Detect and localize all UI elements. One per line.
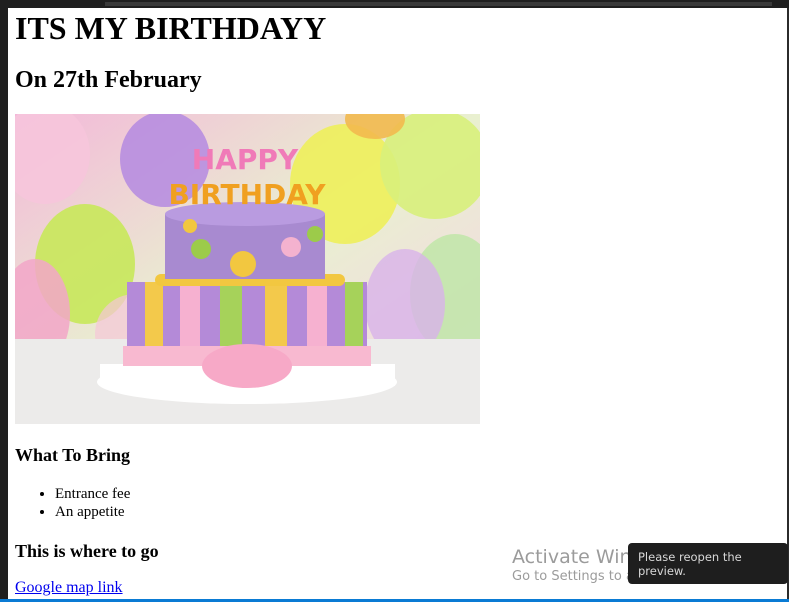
toast-text: Please reopen the preview. xyxy=(638,549,742,578)
cake-candle-text-birthday: BIRTHDAY xyxy=(168,178,326,211)
page-subtitle: On 27th February xyxy=(15,67,202,93)
page-title: ITS MY BIRTHDAYY xyxy=(15,10,327,46)
editor-top-bar xyxy=(0,0,789,8)
list-item: An appetite xyxy=(55,503,779,521)
page-content: ITS MY BIRTHDAYY On 27th February HAPPY … xyxy=(15,8,779,597)
section-heading-what-to-bring: What To Bring xyxy=(15,445,131,465)
bring-list: Entrance fee An appetite xyxy=(15,485,779,521)
horizontal-scrollbar[interactable] xyxy=(105,2,772,6)
preview-toast[interactable]: Please reopen the preview. xyxy=(628,543,788,584)
google-map-link[interactable]: Google map link xyxy=(15,579,123,597)
cake-candle-text-happy: HAPPY xyxy=(192,143,299,176)
list-item: Entrance fee xyxy=(55,485,779,503)
editor-left-edge xyxy=(0,0,8,602)
birthday-cake-image: HAPPY BIRTHDAY xyxy=(15,114,480,424)
